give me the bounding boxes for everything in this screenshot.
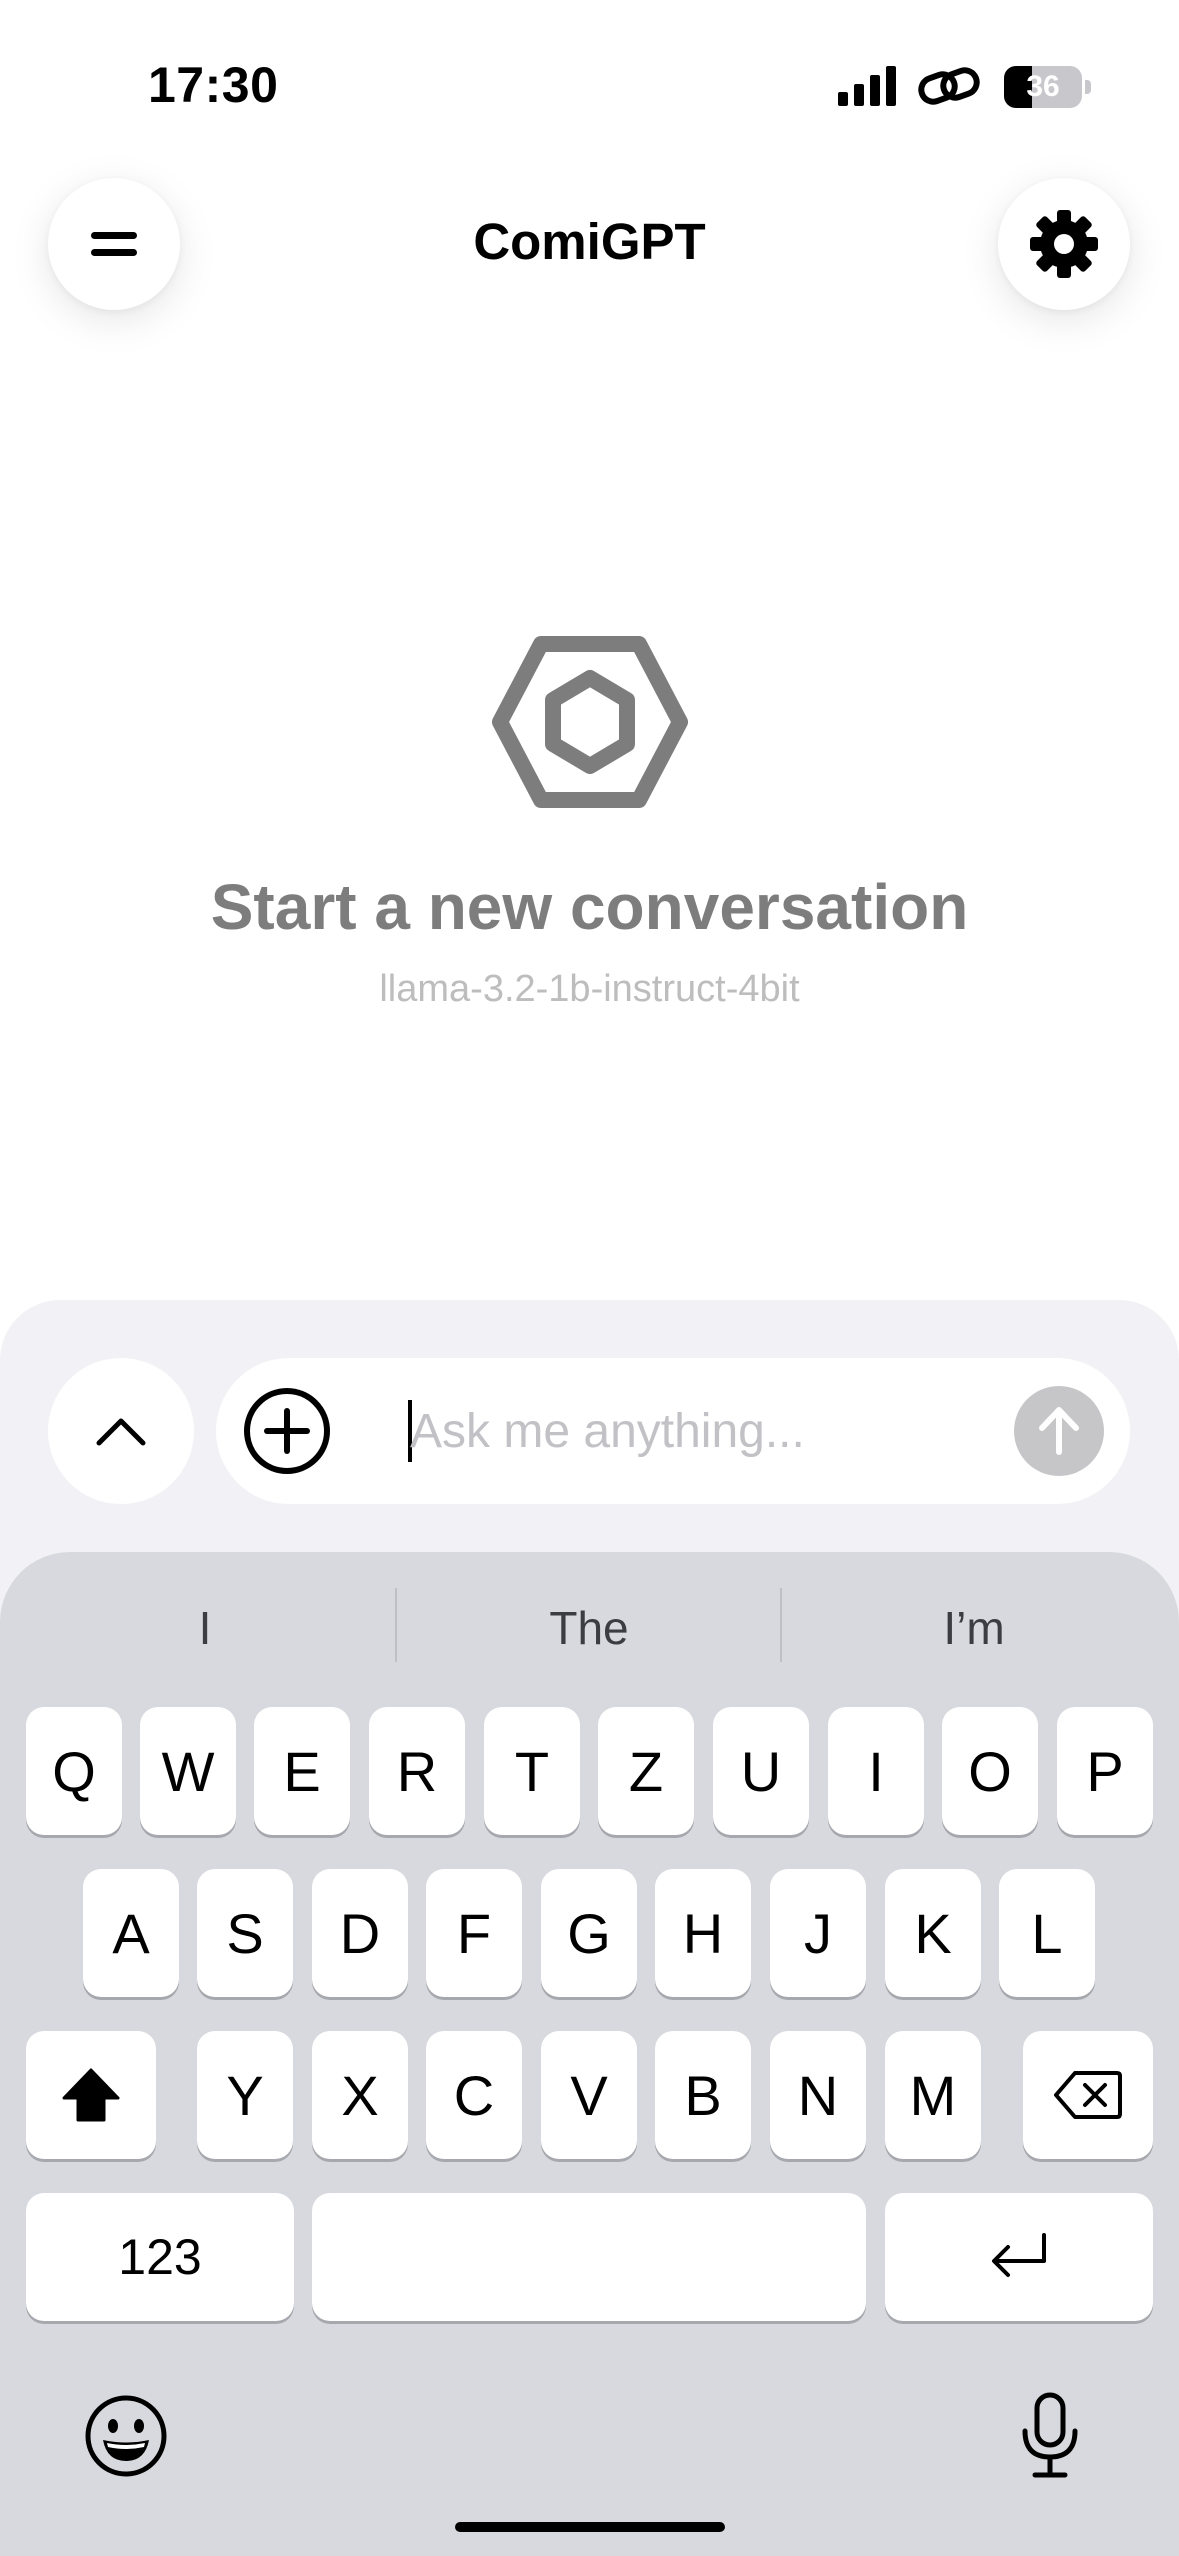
key-y[interactable]: Y: [197, 2031, 293, 2159]
key-e[interactable]: E: [254, 1707, 350, 1835]
space-key[interactable]: [312, 2193, 866, 2321]
key-f[interactable]: F: [426, 1869, 522, 1997]
status-time: 17:30: [148, 57, 279, 113]
key-m[interactable]: M: [885, 2031, 981, 2159]
battery-level: 36: [1026, 70, 1060, 103]
message-input[interactable]: [410, 1384, 970, 1478]
key-r[interactable]: R: [369, 1707, 465, 1835]
emoji-button[interactable]: [76, 2386, 176, 2486]
key-u[interactable]: U: [713, 1707, 809, 1835]
key-w[interactable]: W: [140, 1707, 236, 1835]
home-indicator: [455, 2522, 725, 2532]
key-z[interactable]: Z: [598, 1707, 694, 1835]
send-button[interactable]: [1014, 1386, 1104, 1476]
delete-key[interactable]: [1023, 2031, 1153, 2159]
chevron-up-icon: [96, 1418, 146, 1446]
expand-button[interactable]: [48, 1358, 194, 1504]
return-key[interactable]: [885, 2193, 1153, 2321]
emoji-icon: [85, 2395, 167, 2477]
key-p[interactable]: P: [1057, 1707, 1153, 1835]
key-l[interactable]: L: [999, 1869, 1095, 1997]
status-bar: 17:30 36: [0, 0, 1179, 150]
key-t[interactable]: T: [484, 1707, 580, 1835]
key-i[interactable]: I: [828, 1707, 924, 1835]
link-icon: [918, 67, 980, 105]
key-x[interactable]: X: [312, 2031, 408, 2159]
key-g[interactable]: G: [541, 1869, 637, 1997]
key-s[interactable]: S: [197, 1869, 293, 1997]
gear-icon: [1030, 210, 1098, 278]
key-j[interactable]: J: [770, 1869, 866, 1997]
suggestion-2[interactable]: The: [396, 1598, 782, 1658]
key-v[interactable]: V: [541, 2031, 637, 2159]
battery-indicator: 36: [1004, 66, 1092, 108]
suggestion-1[interactable]: I: [0, 1598, 410, 1658]
empty-state-title: Start a new conversation: [210, 871, 969, 943]
delete-icon: [1054, 2071, 1122, 2119]
cellular-signal-icon: [838, 66, 896, 106]
shift-key[interactable]: [26, 2031, 156, 2159]
key-b[interactable]: B: [655, 2031, 751, 2159]
key-q[interactable]: Q: [26, 1707, 122, 1835]
key-c[interactable]: C: [426, 2031, 522, 2159]
settings-button[interactable]: [998, 178, 1130, 310]
dictation-button[interactable]: [1000, 2386, 1100, 2486]
numbers-key[interactable]: 123: [26, 2193, 294, 2321]
key-k[interactable]: K: [885, 1869, 981, 1997]
hexagon-logo-icon: [492, 636, 688, 808]
model-name: llama-3.2-1b-instruct-4bit: [379, 968, 800, 1010]
key-h[interactable]: H: [655, 1869, 751, 1997]
key-d[interactable]: D: [312, 1869, 408, 1997]
arrow-up-icon: [1039, 1407, 1079, 1455]
message-input-container: [216, 1358, 1130, 1504]
plus-circle-icon[interactable]: [242, 1386, 332, 1476]
key-n[interactable]: N: [770, 2031, 866, 2159]
shift-icon: [62, 2068, 120, 2122]
return-icon: [992, 2233, 1046, 2277]
suggestion-3[interactable]: I’m: [782, 1598, 1166, 1658]
microphone-icon: [1022, 2392, 1078, 2478]
key-a[interactable]: A: [83, 1869, 179, 1997]
key-o[interactable]: O: [942, 1707, 1038, 1835]
